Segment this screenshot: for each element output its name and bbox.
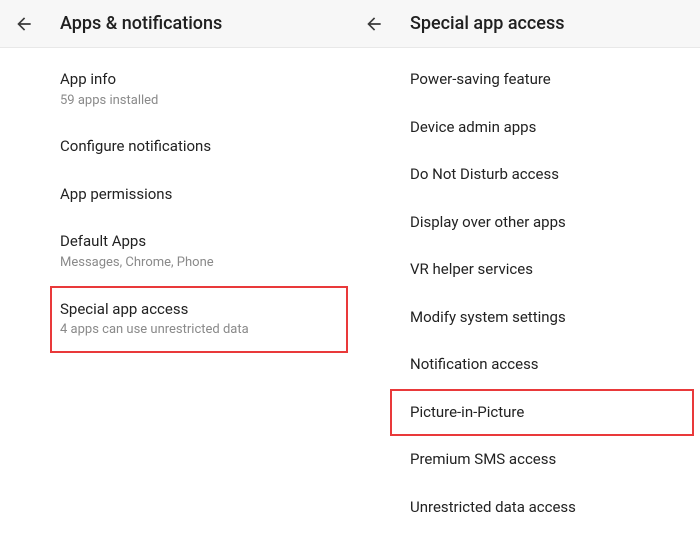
item-title: Special app access xyxy=(60,300,346,320)
item-notification-access[interactable]: Notification access xyxy=(350,341,700,389)
item-subtitle: 4 apps can use unrestricted data xyxy=(60,322,346,339)
item-vr-helper[interactable]: VR helper services xyxy=(350,246,700,294)
settings-list-left: App info 59 apps installed Configure not… xyxy=(0,48,350,353)
item-title: Modify system settings xyxy=(410,308,700,328)
item-modify-system-settings[interactable]: Modify system settings xyxy=(350,294,700,342)
item-configure-notifications[interactable]: Configure notifications xyxy=(0,123,350,171)
settings-list-right: Power-saving feature Device admin apps D… xyxy=(350,48,700,531)
item-device-admin[interactable]: Device admin apps xyxy=(350,104,700,152)
item-default-apps[interactable]: Default Apps Messages, Chrome, Phone xyxy=(0,218,350,285)
item-app-permissions[interactable]: App permissions xyxy=(0,171,350,219)
page-title-left: Apps & notifications xyxy=(60,13,222,34)
item-title: Notification access xyxy=(410,355,700,375)
special-app-access-panel: Special app access Power-saving feature … xyxy=(350,0,700,541)
item-title: Do Not Disturb access xyxy=(410,165,700,185)
item-picture-in-picture[interactable]: Picture-in-Picture xyxy=(390,389,694,437)
header-left: Apps & notifications xyxy=(0,0,350,48)
back-arrow-icon[interactable] xyxy=(14,14,34,34)
item-title: App permissions xyxy=(60,185,350,205)
item-special-app-access[interactable]: Special app access 4 apps can use unrest… xyxy=(50,286,348,353)
item-title: VR helper services xyxy=(410,260,700,280)
header-right: Special app access xyxy=(350,0,700,48)
item-power-saving[interactable]: Power-saving feature xyxy=(350,56,700,104)
item-title: Configure notifications xyxy=(60,137,350,157)
item-title: App info xyxy=(60,70,350,90)
page-title-right: Special app access xyxy=(410,13,564,34)
item-premium-sms[interactable]: Premium SMS access xyxy=(350,436,700,484)
item-title: Premium SMS access xyxy=(410,450,700,470)
item-subtitle: 59 apps installed xyxy=(60,93,350,110)
item-unrestricted-data[interactable]: Unrestricted data access xyxy=(350,484,700,532)
item-title: Device admin apps xyxy=(410,118,700,138)
item-title: Default Apps xyxy=(60,232,350,252)
back-arrow-icon[interactable] xyxy=(364,14,384,34)
item-title: Display over other apps xyxy=(410,213,700,233)
apps-notifications-panel: Apps & notifications App info 59 apps in… xyxy=(0,0,350,541)
item-display-over-apps[interactable]: Display over other apps xyxy=(350,199,700,247)
item-title: Power-saving feature xyxy=(410,70,700,90)
item-title: Picture-in-Picture xyxy=(410,403,692,423)
item-title: Unrestricted data access xyxy=(410,498,700,518)
item-dnd-access[interactable]: Do Not Disturb access xyxy=(350,151,700,199)
item-app-info[interactable]: App info 59 apps installed xyxy=(0,56,350,123)
item-subtitle: Messages, Chrome, Phone xyxy=(60,255,350,272)
